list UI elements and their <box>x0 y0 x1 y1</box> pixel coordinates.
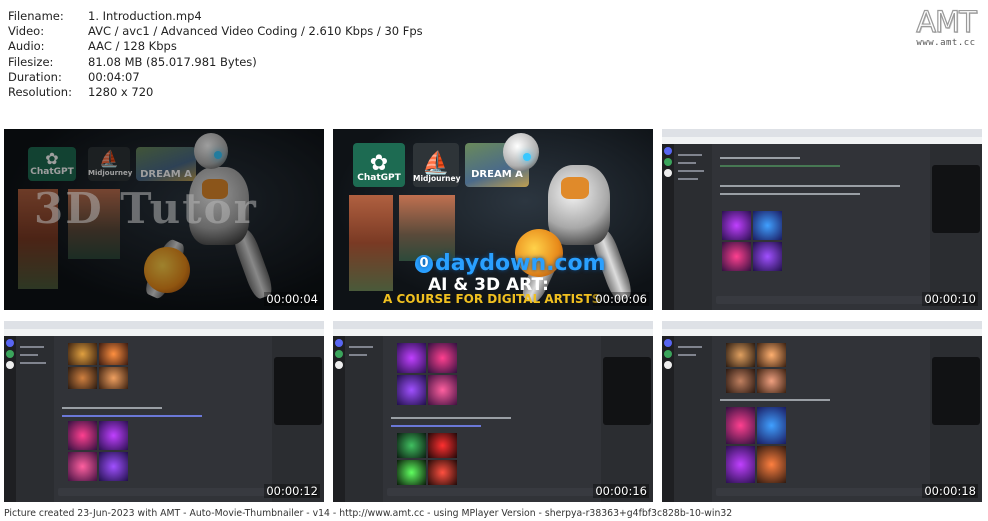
timestamp: 00:00:12 <box>264 484 320 498</box>
server-icon <box>664 169 672 177</box>
midjourney-tile: ⛵ Midjourney <box>413 143 460 187</box>
timestamp: 00:00:10 <box>922 292 978 306</box>
server-icon <box>335 350 343 358</box>
server-icon <box>664 339 672 347</box>
message-input[interactable] <box>387 488 597 496</box>
info-row-duration: Duration: 00:04:07 <box>8 69 140 84</box>
server-bar <box>4 336 16 502</box>
info-row-resolution: Resolution: 1280 x 720 <box>8 85 154 100</box>
generated-image-grid <box>397 433 457 485</box>
message-input[interactable] <box>716 488 926 496</box>
thumbnail-3: 00:00:10 <box>662 129 982 310</box>
channel-list <box>345 336 383 502</box>
browser-tabs <box>662 321 982 329</box>
robot-head <box>503 133 539 171</box>
server-icon <box>664 350 672 358</box>
generated-image-grid <box>68 421 128 481</box>
footer-caption: Picture created 23-Jun-2023 with AMT - A… <box>4 508 733 519</box>
generated-image-grid <box>726 407 786 483</box>
channel-list <box>674 144 712 310</box>
amt-logo: AMT www.amt.cc <box>916 5 978 48</box>
address-bar <box>662 329 982 336</box>
sailboat-icon: ⛵ <box>422 151 450 176</box>
bot-profile-card <box>932 165 980 233</box>
server-icon <box>335 361 343 369</box>
house-image <box>349 195 393 291</box>
server-icon <box>664 361 672 369</box>
server-bar <box>333 336 345 502</box>
server-icon <box>6 361 14 369</box>
address-bar <box>662 137 982 144</box>
server-icon <box>6 339 14 347</box>
info-row-audio: Audio: AAC / 128 Kbps <box>8 39 177 54</box>
bot-profile-card <box>603 357 651 425</box>
server-icon <box>664 147 672 155</box>
info-row-video: Video: AVC / avc1 / Advanced Video Coding… <box>8 24 423 39</box>
address-bar <box>4 329 324 336</box>
server-bar <box>662 336 674 502</box>
generated-image-grid <box>68 343 128 389</box>
thumbnail-6: 00:00:18 <box>662 321 982 502</box>
timestamp: 00:00:04 <box>264 292 320 306</box>
channel-list <box>16 336 54 502</box>
browser-tabs <box>4 321 324 329</box>
robot-accent <box>561 177 589 199</box>
info-row-filename: Filename: 1. Introduction.mp4 <box>8 9 202 23</box>
thumbnail-1: ✿ ChatGPT ⛵ Midjourney DREAM A 3D Tutor … <box>4 129 324 310</box>
file-info: Filename: 1. Introduction.mp4 Video: AVC /… <box>8 9 423 100</box>
server-bar <box>662 144 674 310</box>
generated-image-grid <box>726 343 786 393</box>
browser-tabs <box>662 129 982 137</box>
robot-eye <box>523 153 531 161</box>
bot-profile-card <box>274 357 322 425</box>
thumbnail-2: ✿ ChatGPT ⛵ Midjourney DREAM A 0 daydown.… <box>333 129 653 310</box>
generated-image-grid <box>397 343 457 405</box>
timestamp: 00:00:18 <box>922 484 978 498</box>
timestamp: 00:00:16 <box>593 484 649 498</box>
server-icon <box>664 158 672 166</box>
chatgpt-tile: ✿ ChatGPT <box>353 143 405 187</box>
info-row-filesize: Filesize: 81.08 MB (85.017.981 Bytes) <box>8 54 257 69</box>
timestamp: 00:00:06 <box>593 292 649 306</box>
brand-logo: 0 daydown.com <box>415 251 606 276</box>
generated-image-grid <box>722 211 782 271</box>
address-bar <box>333 329 653 336</box>
channel-list <box>674 336 712 502</box>
server-icon <box>335 339 343 347</box>
thumbnail-4: 00:00:12 <box>4 321 324 502</box>
message-input[interactable] <box>716 296 926 304</box>
server-icon <box>6 350 14 358</box>
thumbnail-5: 00:00:16 <box>333 321 653 502</box>
browser-tabs <box>333 321 653 329</box>
bot-profile-card <box>932 357 980 425</box>
message-input[interactable] <box>58 488 268 496</box>
